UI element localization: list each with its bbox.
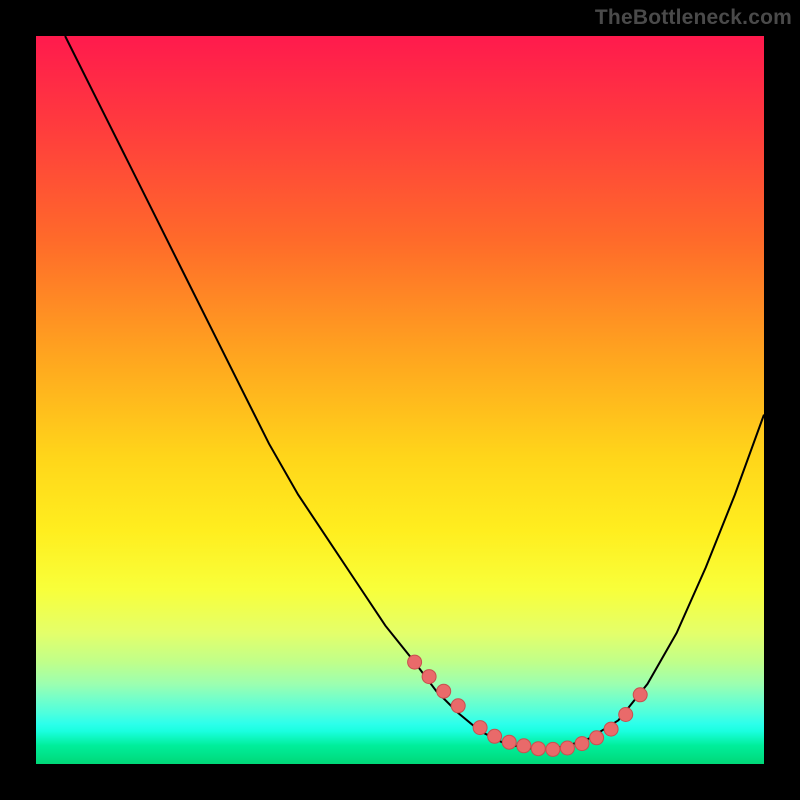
highlight-marker: [422, 670, 436, 684]
bottleneck-curve: [65, 36, 764, 749]
highlight-marker: [437, 684, 451, 698]
highlight-marker: [619, 708, 633, 722]
highlight-marker: [531, 742, 545, 756]
highlight-marker: [546, 742, 560, 756]
highlight-marker: [575, 737, 589, 751]
highlight-marker: [517, 739, 531, 753]
highlight-marker: [633, 688, 647, 702]
highlight-marker: [473, 721, 487, 735]
highlight-marker: [451, 699, 465, 713]
highlight-marker: [560, 741, 574, 755]
watermark-text: TheBottleneck.com: [595, 6, 792, 30]
highlight-marker: [488, 729, 502, 743]
highlight-marker: [408, 655, 422, 669]
chart-frame: [36, 36, 764, 764]
highlight-markers: [408, 655, 648, 756]
highlight-marker: [502, 735, 516, 749]
highlight-marker: [604, 722, 618, 736]
highlight-marker: [590, 731, 604, 745]
chart-svg: [36, 36, 764, 764]
